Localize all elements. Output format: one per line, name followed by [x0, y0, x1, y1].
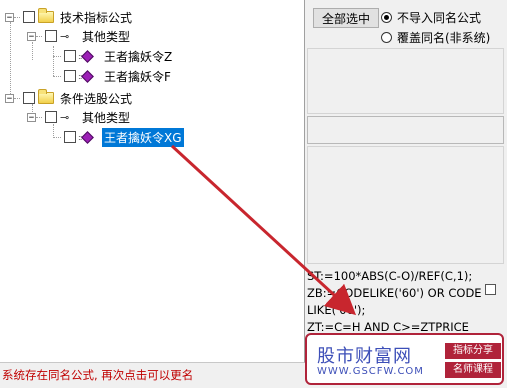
- folder-icon: [38, 89, 54, 104]
- tree-checkbox[interactable]: [23, 92, 35, 104]
- watermark-tag: 名师课程: [445, 362, 501, 378]
- formula-tree[interactable]: − 技术指标公式 − ⊸ 其他类型 :: 王者擒妖令Z :: 王者擒妖令F − …: [0, 0, 305, 363]
- tree-node-label: 条件选股公式: [60, 91, 133, 106]
- tree-node-label-selected: 王者擒妖令XG: [102, 127, 184, 147]
- select-all-button[interactable]: 全部选中: [313, 8, 379, 28]
- collapse-toggle[interactable]: −: [27, 112, 36, 122]
- key-icon: ⊸: [60, 29, 70, 43]
- status-message: 系统存在同名公式, 再次点击可以更名: [2, 368, 194, 382]
- radio-label: 覆盖同名(非系统): [397, 31, 491, 45]
- name-field[interactable]: [307, 116, 504, 144]
- tree-node-technical-indicators[interactable]: − 技术指标公式: [5, 8, 134, 26]
- tree-node-other-type[interactable]: − ⊸ 其他类型: [27, 27, 132, 45]
- watermark-url: WWW.GSCFW.COM: [317, 366, 424, 377]
- tree-checkbox[interactable]: [45, 111, 57, 123]
- tree-checkbox[interactable]: [64, 50, 76, 62]
- tree-checkbox[interactable]: [23, 11, 35, 23]
- radio-overwrite-duplicates[interactable]: 覆盖同名(非系统): [381, 29, 490, 46]
- tree-node-other-type-2[interactable]: − ⊸ 其他类型: [27, 108, 132, 126]
- tree-node-label: 王者擒妖令F: [104, 69, 171, 84]
- description-box: [307, 146, 504, 264]
- radio-skip-duplicates[interactable]: 不导入同名公式: [381, 9, 481, 26]
- watermark-tag: 指标分享: [445, 343, 501, 359]
- collapse-toggle[interactable]: −: [5, 12, 14, 22]
- tree-node-label: 其他类型: [82, 110, 131, 125]
- tree-node-label: 王者擒妖令Z: [104, 49, 173, 64]
- radio-button-checked[interactable]: [381, 12, 392, 23]
- folder-icon: [38, 8, 54, 23]
- tree-node-stock-screening[interactable]: − 条件选股公式: [5, 89, 134, 107]
- tree-checkbox[interactable]: [64, 131, 76, 143]
- key-icon: ⊸: [60, 110, 70, 124]
- collapse-toggle[interactable]: −: [27, 31, 36, 41]
- radio-button[interactable]: [381, 32, 392, 43]
- formula-icon: ::: [78, 130, 98, 144]
- info-box: [307, 48, 504, 114]
- tree-node-label: 其他类型: [82, 29, 131, 44]
- options-panel: 全部选中 不导入同名公式 覆盖同名(非系统) ST:=100*ABS(C-O)/…: [305, 0, 507, 362]
- formula-code-preview: ST:=100*ABS(C-O)/REF(C,1); ZB:=CODELIKE(…: [307, 269, 482, 334]
- tree-node-formula-xg[interactable]: :: 王者擒妖令XG: [53, 127, 184, 147]
- option-checkbox[interactable]: [485, 284, 496, 295]
- tree-node-formula-f[interactable]: :: 王者擒妖令F: [53, 67, 173, 85]
- tree-node-label: 技术指标公式: [60, 10, 133, 25]
- formula-icon: ::: [78, 69, 98, 83]
- tree-checkbox[interactable]: [64, 70, 76, 82]
- tree-connector: [10, 22, 11, 98]
- radio-label: 不导入同名公式: [397, 11, 482, 25]
- collapse-toggle[interactable]: −: [5, 93, 14, 103]
- tree-checkbox[interactable]: [45, 30, 57, 42]
- watermark-logo: 股市财富网 WWW.GSCFW.COM 指标分享 名师课程: [305, 333, 504, 385]
- formula-icon: ::: [78, 49, 98, 63]
- watermark-brand: 股市财富网: [317, 346, 412, 367]
- tree-node-formula-z[interactable]: :: 王者擒妖令Z: [53, 47, 174, 65]
